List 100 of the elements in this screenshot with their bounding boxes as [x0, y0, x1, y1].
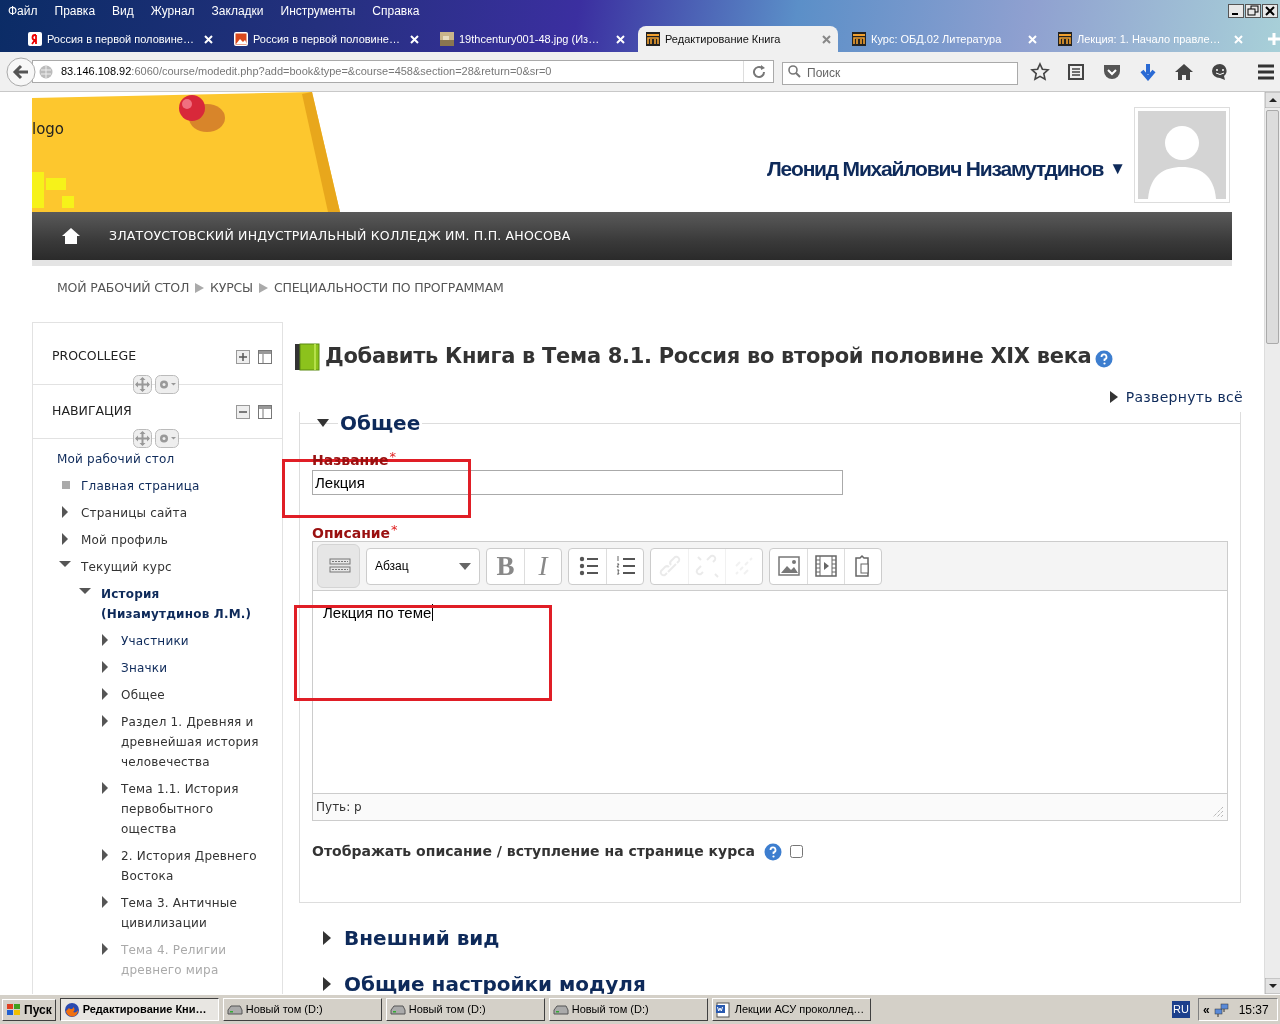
taskbar-button[interactable]: Новый том (D:): [548, 998, 708, 1021]
format-dropdown[interactable]: Абзац: [366, 547, 480, 585]
network-icon[interactable]: [1213, 1001, 1230, 1018]
star-icon[interactable]: [1030, 61, 1050, 82]
browser-tab[interactable]: Редактирование Книга: [638, 26, 838, 52]
help-icon[interactable]: [763, 842, 782, 861]
browser-tab[interactable]: Россия в первой половине…: [20, 26, 220, 52]
nav-item[interactable]: Страницы сайта: [81, 503, 267, 523]
move-icon[interactable]: [133, 375, 152, 394]
nav-item[interactable]: Тема 1.1. История первобытного ощества: [121, 779, 267, 839]
nav-item[interactable]: Участники: [121, 631, 267, 651]
bold-button[interactable]: B: [487, 548, 524, 584]
gear-icon[interactable]: [155, 429, 179, 448]
image-icon: [234, 32, 248, 46]
document-icon: [715, 1001, 732, 1018]
user-name[interactable]: Леонид Михайлович Низамутдинов: [767, 153, 1104, 185]
nav-item[interactable]: Общее: [121, 685, 267, 705]
expand-all-link[interactable]: Развернуть всё: [1125, 386, 1243, 408]
expand-icon[interactable]: [236, 349, 250, 364]
menu-item[interactable]: Журнал: [150, 2, 195, 20]
moodle-icon: [852, 32, 866, 46]
move-icon[interactable]: [133, 429, 152, 448]
dock-icon[interactable]: [258, 349, 272, 364]
home-icon[interactable]: [61, 227, 81, 245]
collapsed-arrow-icon[interactable]: [1109, 391, 1118, 403]
menu-item[interactable]: Файл: [8, 2, 38, 20]
browser-tab[interactable]: Россия в первой половине…: [226, 26, 426, 52]
scroll-down-icon[interactable]: [1264, 978, 1280, 994]
scrollbar[interactable]: [1264, 92, 1280, 994]
windows-flag-icon: [6, 1002, 22, 1017]
site-title[interactable]: ЗЛАТОУСТОВСКИЙ ИНДУСТРИАЛЬНЫЙ КОЛЛЕДЖ ИМ. П.П. АНОСОВА: [109, 226, 571, 246]
nav-item[interactable]: 2. История Древнего Востока: [121, 846, 267, 886]
language-indicator[interactable]: RU: [1172, 1001, 1190, 1018]
taskbar-button[interactable]: Новый том (D:): [222, 998, 382, 1021]
restore-button[interactable]: [1245, 4, 1261, 18]
close-button[interactable]: [1262, 4, 1278, 18]
breadcrumb-link[interactable]: МОЙ РАБОЧИЙ СТОЛ: [57, 278, 190, 298]
block-title: НАВИГАЦИЯ: [52, 402, 132, 421]
tab-title: Редактирование Книга: [665, 31, 782, 47]
minimize-button[interactable]: [1228, 4, 1244, 18]
tray-expand-button[interactable]: «: [1203, 1000, 1210, 1019]
checkbox[interactable]: [789, 845, 803, 858]
menu-item[interactable]: Инструменты: [280, 2, 356, 20]
taskbar-button[interactable]: Новый том (D:): [385, 998, 545, 1021]
taskbar-button[interactable]: Редактирование Кни…: [59, 998, 219, 1021]
back-button[interactable]: [6, 56, 36, 87]
nav-link[interactable]: Мой рабочий стол: [57, 449, 267, 469]
page-heading: Добавить Книга в Тема 8.1. Россия во второй половине XIX века: [325, 343, 1092, 371]
tab-title: Лекция: 1. Начало правле…: [1077, 31, 1222, 47]
scroll-up-icon[interactable]: [1264, 92, 1280, 108]
search-icon: [788, 65, 801, 78]
menu-item[interactable]: Вид: [112, 2, 134, 20]
menu-icon[interactable]: [1257, 63, 1275, 80]
help-icon[interactable]: [1095, 350, 1114, 368]
checkbox-label: Отображать описание / вступление на странице курса: [312, 842, 755, 861]
element-path: Путь: p: [316, 799, 362, 816]
url-text: 83.146.108.92:6060/course/modedit.php?add=book&type=&course=458&section=28&return=0&sr=0: [61, 64, 553, 80]
resize-handle-icon[interactable]: [1211, 805, 1225, 819]
dock-icon[interactable]: [258, 404, 272, 419]
breadcrumb-link[interactable]: КУРСЫ: [210, 278, 253, 298]
tab-title: Россия в первой половине…: [47, 31, 195, 47]
required-mark: *: [389, 448, 397, 466]
nav-item[interactable]: Главная страница: [81, 476, 267, 496]
menu-item[interactable]: Закладки: [211, 2, 264, 20]
logo-text: logo: [32, 119, 65, 140]
collapse-icon[interactable]: [236, 404, 250, 419]
thumbnail-icon: [440, 32, 454, 46]
reading-list-icon[interactable]: [1067, 62, 1085, 81]
menu-item[interactable]: Правка: [54, 2, 96, 20]
search-field[interactable]: Поиск: [782, 61, 1018, 85]
nav-item[interactable]: История (Низамутдинов Л.М.): [101, 584, 267, 624]
field-label: Описание: [312, 524, 391, 543]
user-menu[interactable]: Леонид Михайлович Низамутдинов ▼: [767, 156, 1126, 182]
reload-icon[interactable]: [751, 64, 766, 79]
globe-icon: [39, 64, 53, 79]
download-icon[interactable]: [1139, 62, 1157, 81]
menu-item[interactable]: Справка: [372, 2, 420, 20]
pocket-icon[interactable]: [1102, 62, 1122, 81]
nav-item[interactable]: Раздел 1. Древняя и древнейшая история человечества: [121, 712, 267, 772]
letter-y-icon: [28, 32, 42, 46]
breadcrumb-link[interactable]: СПЕЦИАЛЬНОСТИ ПО ПРОГРАММАМ: [273, 278, 504, 298]
address-bar[interactable]: 83.146.108.92:6060/course/modedit.php?add=book&type=&course=458&section=28&return=0&sr=0: [32, 60, 774, 83]
breadcrumb-arrow-icon: [195, 283, 205, 293]
input-field[interactable]: Лекция: [312, 470, 843, 495]
tab-title: Курс: ОБД.02 Литература: [871, 31, 1003, 47]
home-icon[interactable]: [1174, 62, 1194, 81]
tab-title: Россия в первой половине…: [253, 31, 401, 47]
start-button[interactable]: Пуск: [2, 998, 56, 1021]
scrollbar-thumb[interactable]: [1266, 110, 1279, 344]
chat-icon[interactable]: [1211, 62, 1229, 81]
gear-icon[interactable]: [155, 375, 179, 394]
nav-item[interactable]: Мой профиль: [81, 530, 267, 550]
nav-item[interactable]: Тема 3. Античные цивилизации: [121, 893, 267, 933]
taskbar-button[interactable]: Лекции АСУ проколлед…: [711, 998, 871, 1021]
clock: 15:37: [1238, 1001, 1269, 1019]
italic-button[interactable]: I: [524, 548, 561, 584]
browser-tab[interactable]: 19thcentury001-48.jpg (Из…: [432, 26, 632, 52]
nav-item[interactable]: Текущий курс: [81, 557, 267, 577]
nav-item[interactable]: Значки: [121, 658, 267, 678]
caret-icon[interactable]: ▼: [1109, 156, 1126, 182]
